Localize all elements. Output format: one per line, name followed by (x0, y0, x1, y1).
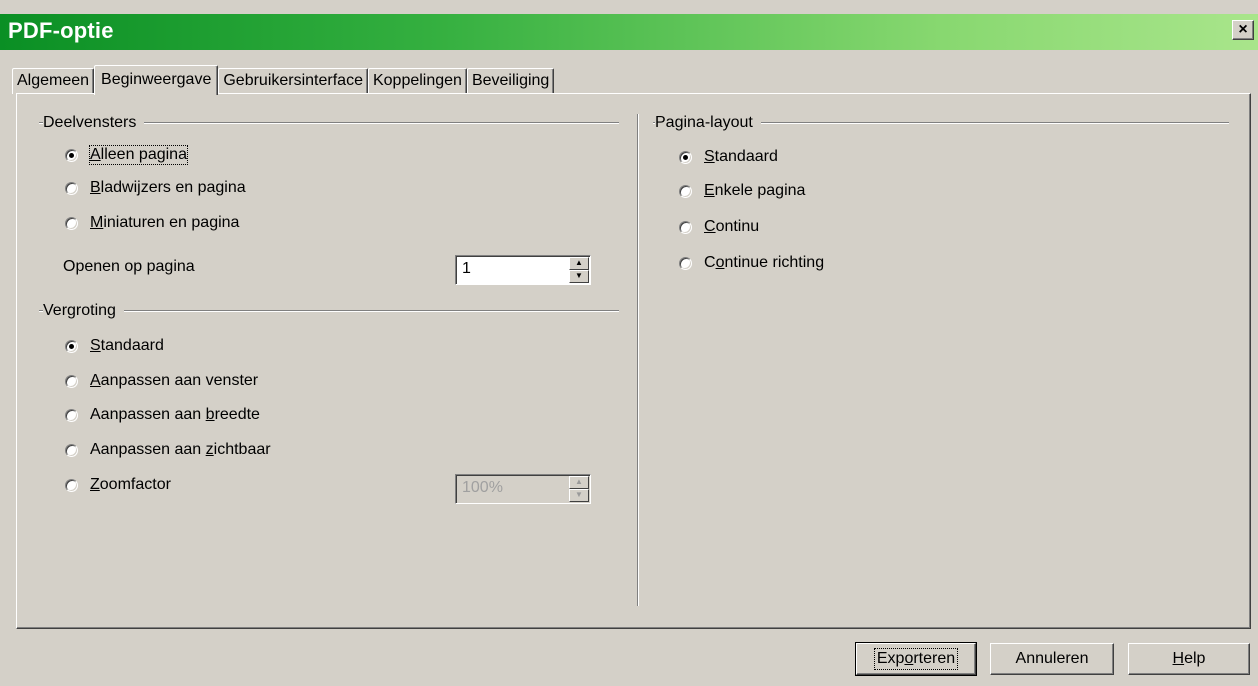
radio-label: Aanpassen aan breedte (90, 406, 260, 423)
radio-aanpassen-aan-venster[interactable]: Aanpassen aan venster (65, 372, 258, 390)
open-page-value[interactable]: 1 (456, 256, 569, 284)
tab-bar: Algemeen Beginweergave Gebruikersinterfa… (12, 64, 555, 95)
radio-indicator (679, 256, 692, 270)
pdf-options-dialog: PDF-optie × Algemeen Beginweergave Gebru… (0, 0, 1258, 686)
close-icon: × (1238, 21, 1248, 38)
spin-up-icon[interactable]: ▲ (569, 257, 589, 270)
radio-indicator (65, 478, 78, 492)
tab-beginweergave[interactable]: Beginweergave (94, 65, 219, 95)
zoom-factor-value[interactable]: 100% (456, 475, 569, 503)
help-button-label: Help (1172, 650, 1206, 667)
radio-label: Bladwijzers en pagina (90, 179, 246, 196)
panes-group-title: Deelvensters (43, 114, 145, 132)
radio-label: Enkele pagina (704, 182, 806, 199)
radio-miniaturen-en-pagina[interactable]: Miniaturen en pagina (65, 214, 239, 232)
radio-label: Aanpassen aan venster (90, 372, 259, 389)
radio-bladwijzers-en-pagina[interactable]: Bladwijzers en pagina (65, 179, 246, 197)
tab-algemeen[interactable]: Algemeen (12, 68, 95, 94)
open-page-label: Openen op pagina (63, 258, 195, 275)
radio-indicator (65, 148, 78, 162)
radio-label: Continue richting (704, 254, 825, 271)
radio-alleen-pagina[interactable]: Alleen pagina (65, 145, 188, 165)
radio-indicator (679, 184, 692, 198)
radio-aanpassen-aan-breedte[interactable]: Aanpassen aan breedte (65, 406, 260, 424)
export-button[interactable]: Exporteren (855, 642, 977, 676)
spin-buttons: ▲ ▼ (569, 257, 589, 283)
close-button[interactable]: × (1232, 20, 1254, 40)
help-button[interactable]: Help (1128, 643, 1250, 675)
page-layout-group-title: Pagina-layout (655, 114, 761, 132)
tab-koppelingen[interactable]: Koppelingen (367, 68, 467, 94)
magnification-group-line (39, 310, 619, 312)
radio-indicator (65, 374, 78, 388)
radio-label: Standaard (90, 337, 164, 354)
radio-aanpassen-aan-zichtbaar[interactable]: Aanpassen aan zichtbaar (65, 441, 271, 459)
radio-indicator (65, 216, 78, 230)
spin-up-icon[interactable]: ▲ (569, 476, 589, 489)
spin-down-icon[interactable]: ▼ (569, 489, 589, 502)
radio-label: Zoomfactor (90, 476, 171, 493)
tab-page-beginweergave: Deelvensters Alleen pagina Bladwijzers e… (16, 93, 1251, 629)
tab-gebruikersinterface[interactable]: Gebruikersinterface (218, 68, 368, 94)
radio-indicator (65, 408, 78, 422)
zoom-factor-spinbox[interactable]: 100% ▲ ▼ (455, 474, 591, 504)
export-button-label: Exporteren (873, 648, 959, 670)
radio-indicator (65, 181, 78, 195)
radio-label: Continu (704, 218, 760, 235)
radio-indicator (65, 443, 78, 457)
radio-enkele-pagina[interactable]: Enkele pagina (679, 182, 805, 200)
spin-buttons: ▲ ▼ (569, 476, 589, 502)
title-bar[interactable]: PDF-optie × (0, 14, 1258, 50)
radio-label: Standaard (704, 148, 778, 165)
magnification-group-title: Vergroting (43, 302, 124, 320)
tab-beveiliging[interactable]: Beveiliging (466, 68, 555, 94)
window-title: PDF-optie (8, 18, 114, 43)
cancel-button[interactable]: Annuleren (990, 643, 1114, 675)
radio-label: Alleen pagina (89, 145, 188, 165)
column-separator (637, 114, 639, 606)
radio-label: Miniaturen en pagina (90, 214, 240, 231)
radio-zoomfactor[interactable]: Zoomfactor (65, 476, 171, 494)
radio-continue-richting[interactable]: Continue richting (679, 254, 824, 272)
radio-indicator (679, 150, 692, 164)
radio-label: Aanpassen aan zichtbaar (90, 441, 271, 458)
radio-indicator (65, 339, 78, 353)
radio-standaard-zoom[interactable]: Standaard (65, 337, 164, 355)
spin-down-icon[interactable]: ▼ (569, 270, 589, 283)
radio-indicator (679, 220, 692, 234)
radio-continu[interactable]: Continu (679, 218, 759, 236)
open-page-spinbox[interactable]: 1 ▲ ▼ (455, 255, 591, 285)
radio-layout-standaard[interactable]: Standaard (679, 148, 778, 166)
cancel-button-label: Annuleren (1015, 650, 1089, 667)
